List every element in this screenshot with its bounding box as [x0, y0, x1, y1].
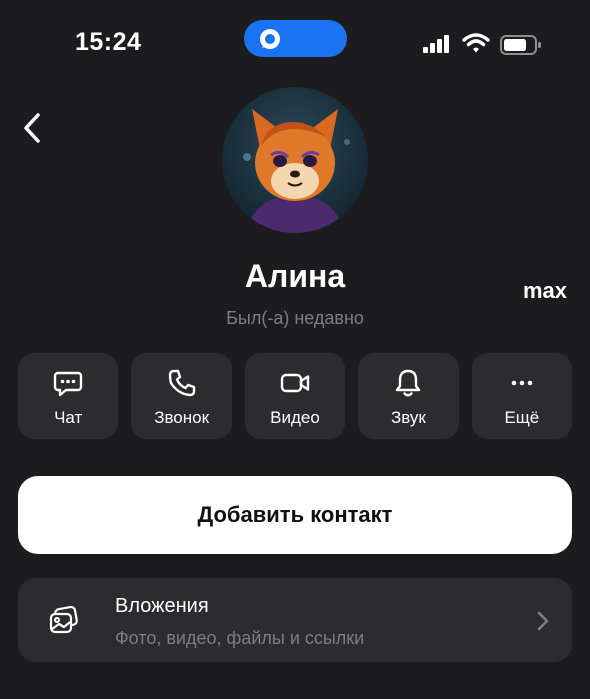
chat-icon — [54, 371, 83, 397]
contact-profile-screen: 15:24 max Алина Был(-а) недавно Чат Звон… — [0, 0, 590, 699]
video-button[interactable]: Видео — [244, 353, 346, 439]
avatar-fox-image — [222, 87, 368, 233]
video-icon — [280, 373, 310, 393]
gallery-icon — [49, 605, 78, 634]
sound-button-label: Звук — [390, 408, 426, 427]
chat-button[interactable]: Чат — [18, 353, 119, 439]
wifi-icon — [462, 33, 490, 53]
call-button[interactable]: Звонок — [131, 353, 232, 439]
status-time: 15:24 — [75, 28, 142, 56]
signal-icon — [423, 35, 449, 53]
back-chevron-icon[interactable] — [18, 110, 48, 146]
phone-icon — [168, 369, 195, 397]
add-contact-button[interactable]: Добавить контакт — [18, 476, 572, 554]
more-button-label: Ещё — [504, 408, 540, 427]
attachments-title: Вложения — [115, 595, 209, 617]
more-button[interactable]: Ещё — [471, 353, 573, 439]
battery-icon — [500, 35, 541, 55]
app-indicator-pill[interactable]: max — [244, 20, 567, 303]
sound-button[interactable]: Звук — [358, 353, 459, 439]
call-button-label: Звонок — [154, 408, 210, 427]
chat-button-label: Чат — [54, 408, 83, 427]
chevron-right-icon — [537, 611, 549, 631]
more-icon — [511, 380, 533, 386]
attachments-row[interactable]: Вложения Фото, видео, файлы и ссылки — [18, 578, 572, 662]
contact-name: Алина — [244, 258, 346, 294]
action-bar: Чат Звонок Видео Звук Ещё — [18, 353, 573, 439]
avatar[interactable] — [222, 87, 368, 233]
video-button-label: Видео — [270, 408, 320, 427]
max-logo-icon — [260, 28, 280, 49]
attachments-subtitle: Фото, видео, файлы и ссылки — [115, 628, 365, 648]
bell-icon — [396, 369, 421, 397]
contact-status: Был(-а) недавно — [226, 308, 364, 328]
